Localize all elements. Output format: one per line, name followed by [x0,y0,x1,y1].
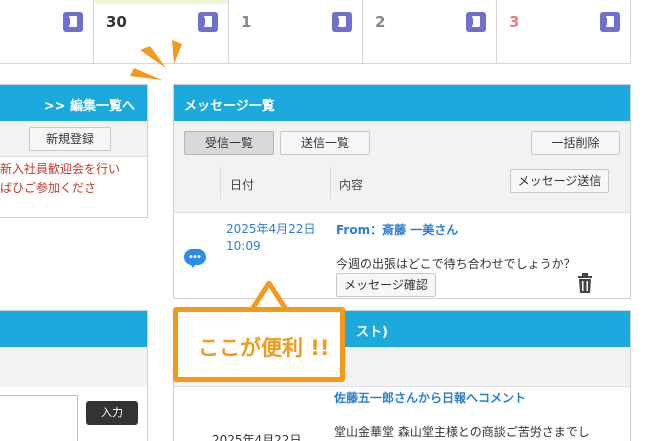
comment-input-panel: 入力 [0,310,148,441]
calendar-day-number: 3 [509,13,520,31]
message-list-panel: メッセージ一覧 受信一覧 送信一覧 一括削除 メッセージ送信 日付 内容 202… [173,84,631,299]
callout-box: ここが便利 !! [173,307,345,382]
chat-bubble-icon [184,249,206,268]
calendar-day-number: 30 [106,13,127,31]
column-divider [220,167,221,199]
edit-note-icon[interactable] [466,12,486,32]
column-header-content: 内容 [339,178,364,192]
schedule-edit-panel: >> 編集一覧へ 新規登録 新入社員歓迎会を行い ばひご参加くださ [0,84,148,218]
tab-sent[interactable]: 送信一覧 [280,131,370,155]
calendar-day-number: 2 [375,13,386,31]
calendar-day-cell[interactable]: 1 [229,0,363,64]
edit-note-icon[interactable] [332,12,352,32]
panel-header [0,311,147,347]
edit-note-icon[interactable] [198,12,218,32]
column-divider [330,167,331,199]
comment-textarea[interactable] [0,395,78,441]
message-row: 2025年4月22日 10:09 From：斎藤 一美さん 今週の出張はどこで待… [174,213,630,299]
message-confirm-button[interactable]: メッセージ確認 [336,273,436,297]
comment-preview-text: 堂山金華堂 森山堂主様との商談ご苦労さまでし [334,425,590,439]
announcement-text: 新入社員歓迎会を行い ばひご参加くださ [0,157,147,198]
message-sender-link[interactable]: From：斎藤 一美さん [336,221,458,238]
comment-date: 2025年4月22日 [212,433,302,441]
calendar-day-number: 1 [241,13,252,31]
calendar-day-cell[interactable]: 2 [363,0,497,64]
comment-list-title-text: スト) [356,325,388,340]
column-header-date: 日付 [230,178,255,192]
trash-icon[interactable] [576,273,594,293]
edit-note-icon[interactable] [63,12,83,32]
message-preview-text: 今週の出張はどこで待ち合わせでしょうか？ [336,257,576,271]
announcement-line: ばひご参加くださ [0,181,97,195]
edit-note-icon[interactable] [600,12,620,32]
message-date-time: 10:09 [226,239,261,253]
message-toolbar: 受信一覧 送信一覧 一括削除 メッセージ送信 日付 内容 [174,121,630,213]
calendar-day-cell[interactable]: 3 [497,0,631,64]
today-highlight [94,0,228,4]
send-message-button[interactable]: メッセージ送信 [510,169,609,193]
bulk-delete-button[interactable]: 一括削除 [531,131,620,155]
edit-list-link[interactable]: >> 編集一覧へ [0,85,147,121]
new-register-button[interactable]: 新規登録 [29,127,111,151]
message-date-day: 2025年4月22日 [226,222,316,236]
panel-subheader [0,347,147,387]
callout-text: ここが便利 !! [198,336,330,360]
comment-title-link[interactable]: 佐藤五一郎さんから日報へコメント [334,389,526,406]
tab-inbox[interactable]: 受信一覧 [184,131,274,155]
calendar-week-row: 30 1 2 3 [0,0,631,64]
left-panel-toolbar: 新規登録 [0,121,147,157]
message-list-title: メッセージ一覧 [174,85,630,121]
calendar-day-cell[interactable] [0,0,94,64]
enter-button[interactable]: 入力 [86,401,138,425]
message-date[interactable]: 2025年4月22日 10:09 [226,221,315,255]
announcement-line: 新入社員歓迎会を行い [0,162,121,176]
